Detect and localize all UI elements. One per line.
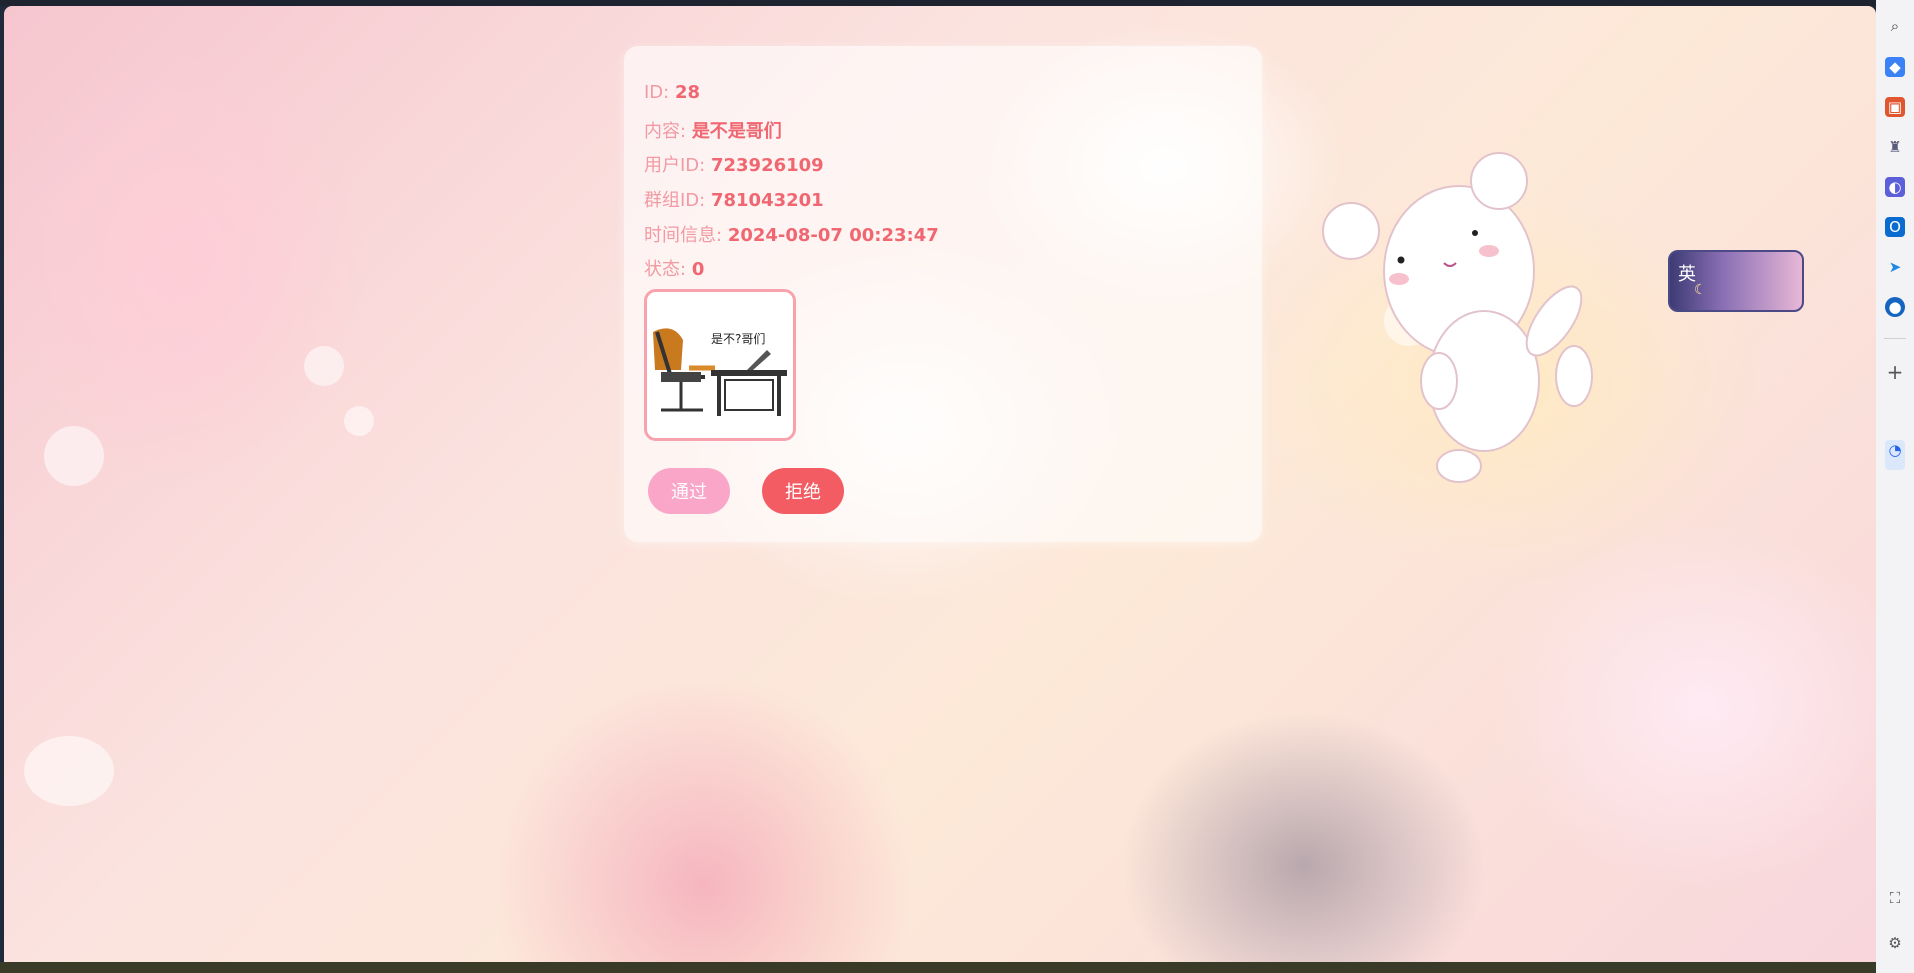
time-label: 时间信息:: [644, 225, 723, 246]
page-viewport: ID: 28 内容: 是不是哥们 用户ID: 723926109 群组ID: 7…: [4, 6, 1876, 962]
add-icon[interactable]: +: [1885, 362, 1905, 382]
copilot-icon[interactable]: ◐: [1885, 177, 1905, 197]
toolbox-icon[interactable]: ▣: [1885, 97, 1905, 117]
reject-button[interactable]: 拒绝: [762, 468, 844, 514]
status-row: 状态: 0: [644, 255, 704, 281]
group-id-row: 群组ID: 781043201: [644, 186, 824, 212]
id-row: ID: 28: [644, 82, 700, 103]
ime-indicator[interactable]: 英 ☾: [1668, 250, 1804, 312]
content-label: 内容:: [644, 121, 687, 142]
content-row: 内容: 是不是哥们: [644, 117, 782, 143]
chess-icon[interactable]: ♜: [1885, 137, 1905, 157]
review-card: ID: 28 内容: 是不是哥们 用户ID: 723926109 群组ID: 7…: [624, 46, 1262, 542]
browser-sidebar: ⌕ ◆ ▣ ♜ ◐ O ➤ ● + ◔ ⛶ ⚙: [1876, 0, 1914, 973]
moon-icon: ☾: [1694, 282, 1707, 298]
taskbar-strip: [0, 962, 1876, 973]
submission-image[interactable]: 是不?哥们: [644, 289, 796, 441]
mascot-illustration: [1322, 152, 1593, 483]
background-bokeh: [44, 426, 104, 486]
id-label: ID:: [644, 82, 670, 103]
app-icon[interactable]: ●: [1885, 297, 1905, 317]
screenshot-icon[interactable]: ⛶: [1885, 888, 1905, 908]
user-id-row: 用户ID: 723926109: [644, 151, 824, 177]
status-label: 状态:: [644, 259, 687, 280]
user-id-label: 用户ID:: [644, 155, 706, 176]
send-icon[interactable]: ➤: [1885, 257, 1905, 277]
user-id-value: 723926109: [710, 155, 824, 176]
background-bokeh: [304, 346, 344, 386]
image-caption: 是不?哥们: [711, 332, 766, 346]
meme-image-icon: [647, 292, 793, 438]
time-value: 2024-08-07 00:23:47: [727, 225, 939, 246]
search-icon[interactable]: ⌕: [1885, 16, 1905, 36]
sidebar-divider: [1884, 338, 1906, 339]
background-bokeh: [24, 736, 114, 806]
group-id-label: 群组ID:: [644, 190, 706, 211]
notification-icon[interactable]: ◔: [1885, 440, 1905, 470]
content-value: 是不是哥们: [691, 121, 782, 142]
group-id-value: 781043201: [710, 190, 824, 211]
time-row: 时间信息: 2024-08-07 00:23:47: [644, 221, 939, 247]
tag-icon[interactable]: ◆: [1885, 57, 1905, 77]
id-value: 28: [674, 82, 701, 103]
approve-button[interactable]: 通过: [648, 468, 730, 514]
status-value: 0: [691, 259, 705, 280]
settings-icon[interactable]: ⚙: [1885, 933, 1905, 953]
outlook-icon[interactable]: O: [1885, 217, 1905, 237]
background-bokeh: [344, 406, 374, 436]
